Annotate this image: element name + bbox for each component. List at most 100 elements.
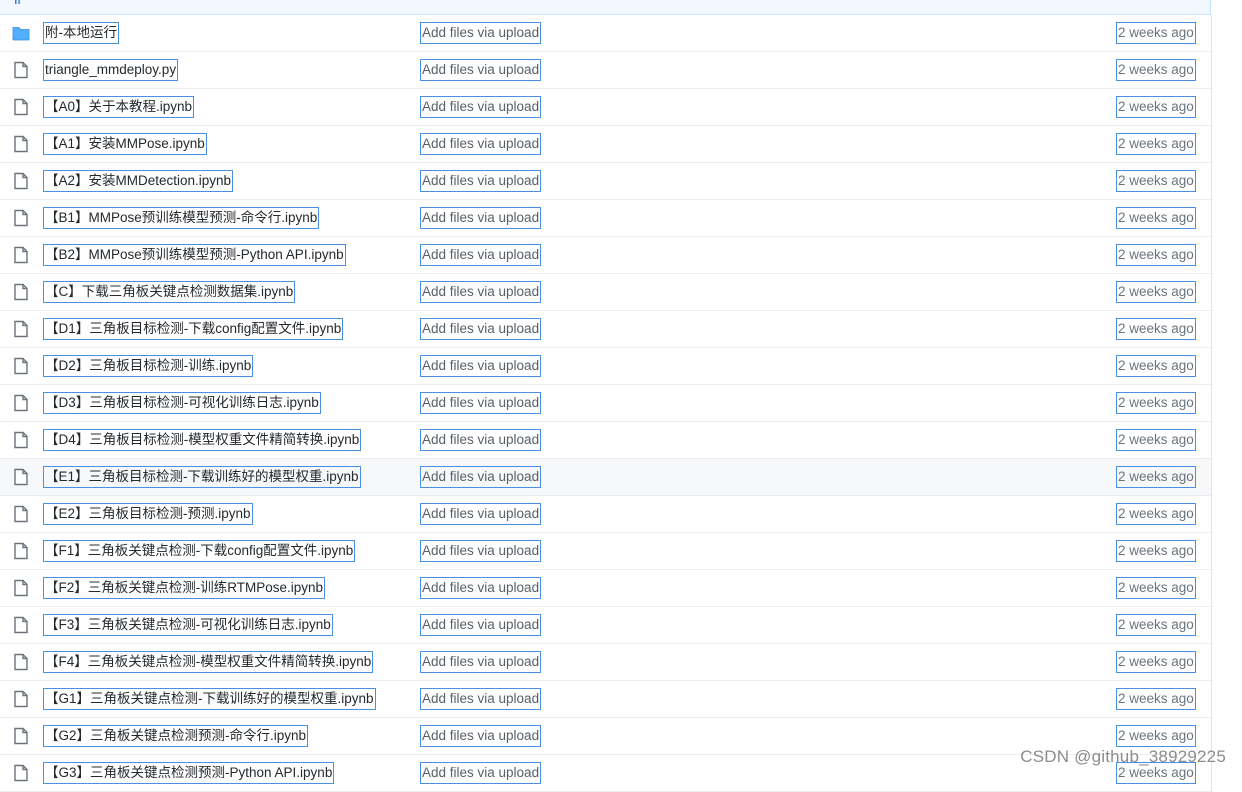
- file-name-link[interactable]: 【E1】三角板目标检测-下载训练好的模型权重.ipynb: [43, 466, 361, 488]
- file-icon: [12, 542, 30, 560]
- commit-age: 2 weeks ago: [1116, 614, 1196, 636]
- file-row[interactable]: 【F4】三角板关键点检测-模型权重文件精简转换.ipynb Add files v…: [0, 644, 1211, 681]
- commit-message-link[interactable]: Add files via upload: [420, 170, 542, 192]
- file-name-link[interactable]: 【D1】三角板目标检测-下载config配置文件.ipynb: [43, 318, 344, 340]
- file-name-link[interactable]: 【G3】三角板关键点检测预测-Python API.ipynb: [43, 762, 335, 784]
- file-icon: [12, 394, 30, 412]
- commit-message-link[interactable]: Add files via upload: [420, 318, 542, 340]
- commit-age: 2 weeks ago: [1116, 59, 1196, 81]
- file-name-link[interactable]: 【D2】三角板目标检测-训练.ipynb: [43, 355, 254, 377]
- file-icon: [12, 246, 30, 264]
- breadcrumb-bar: Ir: [0, 0, 1211, 15]
- file-name-link[interactable]: 【F2】三角板关键点检测-训练RTMPose.ipynb: [43, 577, 326, 599]
- file-name-link[interactable]: 附-本地运行: [43, 22, 119, 44]
- commit-message-link[interactable]: Add files via upload: [420, 503, 542, 525]
- file-name-link[interactable]: triangle_mmdeploy.py: [43, 59, 179, 81]
- file-row[interactable]: 【F3】三角板关键点检测-可视化训练日志.ipynb Add files via …: [0, 607, 1211, 644]
- commit-age: 2 weeks ago: [1116, 281, 1196, 303]
- commit-message-link[interactable]: Add files via upload: [420, 577, 542, 599]
- file-icon: [12, 579, 30, 597]
- breadcrumb-fragment[interactable]: Ir: [14, 0, 22, 7]
- commit-age: 2 weeks ago: [1116, 318, 1196, 340]
- file-icon: [12, 505, 30, 523]
- commit-message-link[interactable]: Add files via upload: [420, 688, 542, 710]
- commit-age: 2 weeks ago: [1116, 540, 1196, 562]
- commit-message-link[interactable]: Add files via upload: [420, 96, 542, 118]
- commit-message-link[interactable]: Add files via upload: [420, 762, 542, 784]
- commit-message-link[interactable]: Add files via upload: [420, 614, 542, 636]
- file-icon: [12, 764, 30, 782]
- commit-message-link[interactable]: Add files via upload: [420, 244, 542, 266]
- file-name-link[interactable]: 【D3】三角板目标检测-可视化训练日志.ipynb: [43, 392, 321, 414]
- file-name-link[interactable]: 【F4】三角板关键点检测-模型权重文件精简转换.ipynb: [43, 651, 374, 673]
- file-row[interactable]: 附-本地运行 Add files via upload 2 weeks ago: [0, 15, 1211, 52]
- commit-message-link[interactable]: Add files via upload: [420, 651, 542, 673]
- file-name-link[interactable]: 【G2】三角板关键点检测预测-命令行.ipynb: [43, 725, 309, 747]
- file-row[interactable]: 【G1】三角板关键点检测-下载训练好的模型权重.ipynb Add files v…: [0, 681, 1211, 718]
- file-name-link[interactable]: 【F3】三角板关键点检测-可视化训练日志.ipynb: [43, 614, 333, 636]
- commit-age: 2 weeks ago: [1116, 392, 1196, 414]
- file-icon: [12, 431, 30, 449]
- commit-age: 2 weeks ago: [1116, 725, 1196, 747]
- file-icon: [12, 172, 30, 190]
- commit-age: 2 weeks ago: [1116, 244, 1196, 266]
- file-row[interactable]: 【F2】三角板关键点检测-训练RTMPose.ipynb Add files vi…: [0, 570, 1211, 607]
- file-name-link[interactable]: 【B1】MMPose预训练模型预测-命令行.ipynb: [43, 207, 320, 229]
- file-icon: [12, 727, 30, 745]
- commit-message-link[interactable]: Add files via upload: [420, 540, 542, 562]
- file-icon: [12, 209, 30, 227]
- file-name-link[interactable]: 【D4】三角板目标检测-模型权重文件精简转换.ipynb: [43, 429, 362, 451]
- file-list: 附-本地运行 Add files via upload 2 weeks ago tri…: [0, 15, 1212, 792]
- commit-age: 2 weeks ago: [1116, 688, 1196, 710]
- file-row[interactable]: 【B1】MMPose预训练模型预测-命令行.ipynb Add files via…: [0, 200, 1211, 237]
- file-icon: [12, 98, 30, 116]
- commit-message-link[interactable]: Add files via upload: [420, 281, 542, 303]
- file-row[interactable]: 【D2】三角板目标检测-训练.ipynb Add files via upload…: [0, 348, 1211, 385]
- commit-age: 2 weeks ago: [1116, 170, 1196, 192]
- file-name-link[interactable]: 【B2】MMPose预训练模型预测-Python API.ipynb: [43, 244, 346, 266]
- file-icon: [12, 468, 30, 486]
- file-name-link[interactable]: 【C】下载三角板关键点检测数据集.ipynb: [43, 281, 296, 303]
- file-name-link[interactable]: 【F1】三角板关键点检测-下载config配置文件.ipynb: [43, 540, 356, 562]
- file-icon: [12, 357, 30, 375]
- file-icon: [12, 653, 30, 671]
- commit-message-link[interactable]: Add files via upload: [420, 22, 542, 44]
- file-row[interactable]: 【A2】安装MMDetection.ipynb Add files via upl…: [0, 163, 1211, 200]
- commit-message-link[interactable]: Add files via upload: [420, 392, 542, 414]
- file-icon: [12, 61, 30, 79]
- commit-message-link[interactable]: Add files via upload: [420, 725, 542, 747]
- commit-age: 2 weeks ago: [1116, 22, 1196, 44]
- file-name-link[interactable]: 【G1】三角板关键点检测-下载训练好的模型权重.ipynb: [43, 688, 376, 710]
- file-name-link[interactable]: 【A0】关于本教程.ipynb: [43, 96, 195, 118]
- commit-message-link[interactable]: Add files via upload: [420, 207, 542, 229]
- file-name-link[interactable]: 【A1】安装MMPose.ipynb: [43, 133, 207, 155]
- file-icon: [12, 320, 30, 338]
- file-name-link[interactable]: 【A2】安装MMDetection.ipynb: [43, 170, 234, 192]
- commit-age: 2 weeks ago: [1116, 577, 1196, 599]
- commit-age: 2 weeks ago: [1116, 429, 1196, 451]
- file-name-link[interactable]: 【E2】三角板目标检测-预测.ipynb: [43, 503, 253, 525]
- file-row[interactable]: 【D4】三角板目标检测-模型权重文件精简转换.ipynb Add files vi…: [0, 422, 1211, 459]
- commit-age: 2 weeks ago: [1116, 207, 1196, 229]
- commit-message-link[interactable]: Add files via upload: [420, 429, 542, 451]
- file-row[interactable]: 【A1】安装MMPose.ipynb Add files via upload 2 …: [0, 126, 1211, 163]
- file-row[interactable]: 【E1】三角板目标检测-下载训练好的模型权重.ipynb Add files vi…: [0, 459, 1211, 496]
- file-row[interactable]: 【C】下载三角板关键点检测数据集.ipynb Add files via uplo…: [0, 274, 1211, 311]
- file-icon: [12, 135, 30, 153]
- commit-message-link[interactable]: Add files via upload: [420, 133, 542, 155]
- commit-message-link[interactable]: Add files via upload: [420, 355, 542, 377]
- file-row[interactable]: 【D3】三角板目标检测-可视化训练日志.ipynb Add files via u…: [0, 385, 1211, 422]
- commit-age: 2 weeks ago: [1116, 355, 1196, 377]
- file-icon: [12, 690, 30, 708]
- commit-message-link[interactable]: Add files via upload: [420, 466, 542, 488]
- file-row[interactable]: 【E2】三角板目标检测-预测.ipynb Add files via upload…: [0, 496, 1211, 533]
- file-icon: [12, 616, 30, 634]
- file-row[interactable]: triangle_mmdeploy.py Add files via upload…: [0, 52, 1211, 89]
- folder-icon: [12, 24, 30, 42]
- file-row[interactable]: 【D1】三角板目标检测-下载config配置文件.ipynb Add files …: [0, 311, 1211, 348]
- commit-age: 2 weeks ago: [1116, 503, 1196, 525]
- file-row[interactable]: 【F1】三角板关键点检测-下载config配置文件.ipynb Add files…: [0, 533, 1211, 570]
- file-row[interactable]: 【A0】关于本教程.ipynb Add files via upload 2 wee…: [0, 89, 1211, 126]
- commit-message-link[interactable]: Add files via upload: [420, 59, 542, 81]
- file-row[interactable]: 【B2】MMPose预训练模型预测-Python API.ipynb Add fi…: [0, 237, 1211, 274]
